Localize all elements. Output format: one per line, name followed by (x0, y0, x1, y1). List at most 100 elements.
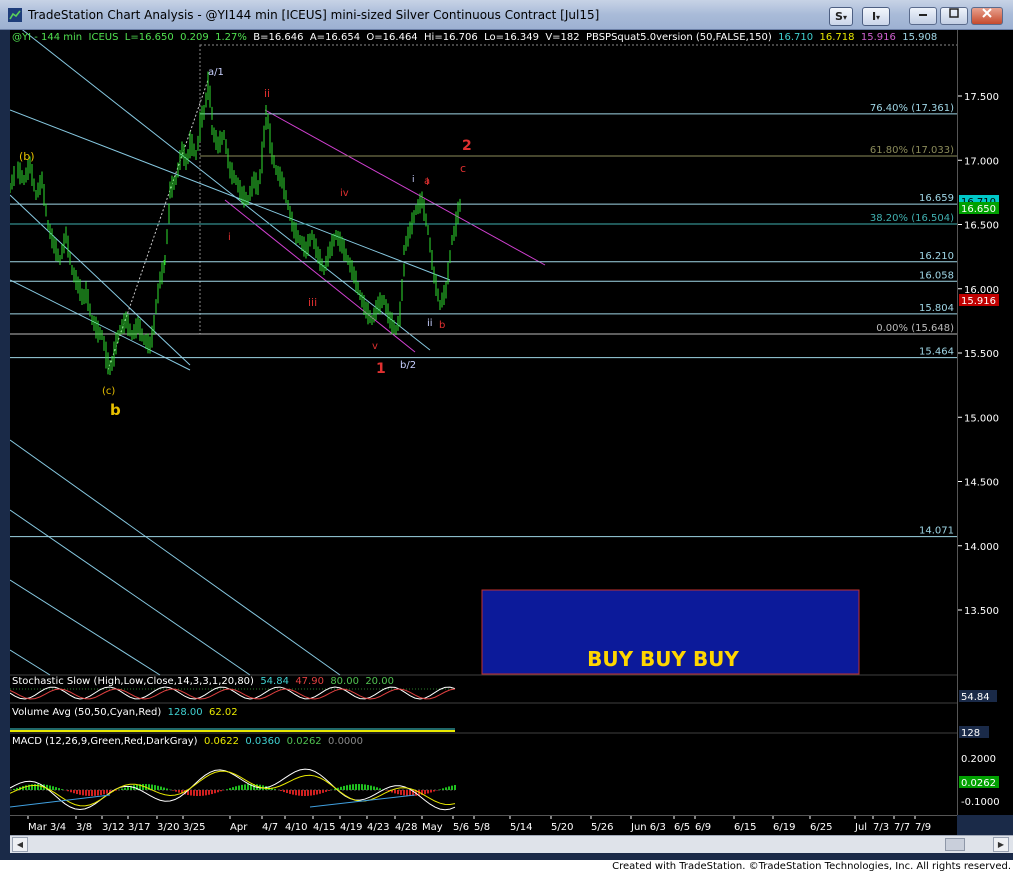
time-tick-label: 6/25 (810, 822, 832, 833)
time-tick-label: 6/5 (674, 822, 690, 833)
macd-hist-bar (397, 790, 399, 795)
macd-hist-bar (214, 790, 216, 794)
macd-hist-bar (445, 787, 447, 790)
macd-hist-bar (67, 790, 69, 792)
macd-hist-bar (199, 790, 201, 796)
magenta-channel-lines (224, 109, 546, 353)
macd-hist-bar (400, 790, 402, 795)
arrow-left-icon: ◀ (16, 840, 24, 849)
level-label: 15.464 (919, 347, 954, 358)
time-tick-label: 7/9 (915, 822, 931, 833)
macd-hist-bar (424, 790, 426, 795)
macd-hist-bar (100, 790, 102, 796)
macd-hist-bar (244, 784, 246, 790)
price-tick-label: 15.500 (964, 349, 999, 360)
chart-plot-area[interactable]: 76.40% (17.361) 61.80% (17.033) 16.659 38.2… (10, 30, 957, 815)
s-dropdown-icon: ▾ (842, 13, 847, 22)
study-value-1: 16.710 (778, 32, 814, 43)
macd-hist-bar (82, 790, 84, 796)
macd-hist-bar (394, 790, 396, 794)
study-name: PBSPSquat5.0version (50,FALSE,150) (585, 32, 772, 43)
time-tick-label: 6/15 (734, 822, 756, 833)
bid-price: B=16.646 (253, 32, 304, 43)
volume-axis-label: 128 (961, 728, 980, 739)
macd-hist-bar (367, 784, 369, 790)
stochastic-value-3: 80.00 (330, 676, 359, 687)
volume-plot (10, 728, 455, 732)
macd-hist-bar (97, 790, 99, 796)
wave-label: ii (264, 87, 270, 100)
macd-hist-bar (226, 789, 228, 790)
macd-hist-bar (286, 790, 288, 794)
price-tick-label: 15.000 (964, 413, 999, 424)
s-menu-button[interactable]: S▾ (829, 7, 853, 26)
macd-hist-bar (376, 787, 378, 790)
chart-canvas[interactable]: 76.40% (17.361) 61.80% (17.033) 16.659 38.2… (10, 30, 957, 815)
macd-hist-bar (319, 790, 321, 794)
time-tick-label: 5/26 (591, 822, 613, 833)
macd-hist-bar (172, 790, 174, 791)
price-tick-label: 14.500 (964, 478, 999, 489)
wave-label: b/2 (400, 360, 416, 371)
net-change: 0.209 (180, 32, 209, 43)
macd-value-2: 0.0360 (245, 736, 281, 747)
symbol-info-bar: @YI - 144 min ICEUS L=16.650 0.209 1.27%… (12, 32, 937, 43)
macd-hist-bar (310, 790, 312, 796)
macd-value-1: 0.0622 (203, 736, 239, 747)
wave-label: b (110, 401, 121, 419)
time-tick-label: 5/6 (453, 822, 469, 833)
macd-hist-bar (235, 786, 237, 790)
macd-hist-bar (142, 784, 144, 790)
price-axis[interactable]: 17.500 17.000 16.500 16.000 15.500 15.000 14.5… (957, 30, 1013, 815)
stochastic-value-4: 20.00 (365, 676, 394, 687)
price-tick-label: 17.500 (964, 92, 999, 103)
macd-hist-bar (451, 785, 453, 790)
maximize-button[interactable] (940, 7, 968, 25)
time-axis[interactable]: Mar 3/4 3/8 3/12 3/17 3/20 3/25 Apr 4/7 4/10 4/15… (10, 815, 957, 835)
scroll-left-button[interactable]: ◀ (12, 837, 28, 852)
horizontal-levels: 76.40% (17.361) 61.80% (17.033) 16.659 38.2… (10, 103, 957, 538)
last-price: L=16.650 (124, 32, 174, 43)
time-tick-label: 3/8 (76, 822, 92, 833)
macd-hist-bar (328, 790, 330, 791)
macd-hist-bar (427, 790, 429, 794)
macd-hist-bar (448, 786, 450, 790)
wave-label: iii (308, 296, 317, 309)
macd-hist-bar (307, 790, 309, 796)
macd-axis-label: 0.2000 (961, 754, 996, 765)
macd-hist-bar (166, 788, 168, 790)
wave-labels: (b)a/1ii2civiaiiiiiii bv1 b/2(c)b (19, 67, 472, 419)
high-price: Hi=16.706 (424, 32, 478, 43)
close-button[interactable] (971, 7, 1003, 25)
scroll-right-button[interactable]: ▶ (993, 837, 1009, 852)
time-tick-label: Mar 3/4 (28, 822, 66, 833)
time-tick-label: 5/8 (474, 822, 490, 833)
wave-label: (c) (102, 386, 115, 397)
level-label: 16.210 (919, 251, 954, 262)
title-bar[interactable]: TradeStation Chart Analysis - @YI144 min… (0, 0, 1013, 30)
arrow-right-icon: ▶ (997, 840, 1005, 849)
macd-hist-bar (379, 788, 381, 790)
price-tick-label: 16.500 (964, 221, 999, 232)
time-tick-label: 6/19 (773, 822, 795, 833)
macd-hist-bar (37, 784, 39, 790)
macd-hist-bar (283, 790, 285, 793)
stochastic-plot (10, 686, 456, 700)
time-axis-canvas: Mar 3/4 3/8 3/12 3/17 3/20 3/25 Apr 4/7 4/10 4/15… (27, 816, 931, 833)
price-bars (10, 71, 461, 375)
i-menu-button[interactable]: I▾ (862, 7, 890, 26)
macd-hist-bar (364, 784, 366, 790)
price-marker-label: 16.650 (961, 204, 996, 215)
horizontal-scrollbar[interactable]: ◀ ▶ (10, 835, 1013, 853)
macd-axis-label: -0.1000 (961, 797, 1000, 808)
minimize-button[interactable] (909, 7, 937, 25)
macd-hist-bar (13, 788, 15, 790)
macd-hist-bar (229, 788, 231, 790)
scroll-thumb[interactable] (945, 838, 965, 851)
macd-hist-bar (349, 784, 351, 790)
macd-hist-bar (61, 789, 63, 790)
level-label: 14.071 (919, 526, 954, 537)
wave-label: a (424, 176, 430, 187)
price-tick-label: 13.500 (964, 606, 999, 617)
macd-hist-bar (94, 790, 96, 796)
